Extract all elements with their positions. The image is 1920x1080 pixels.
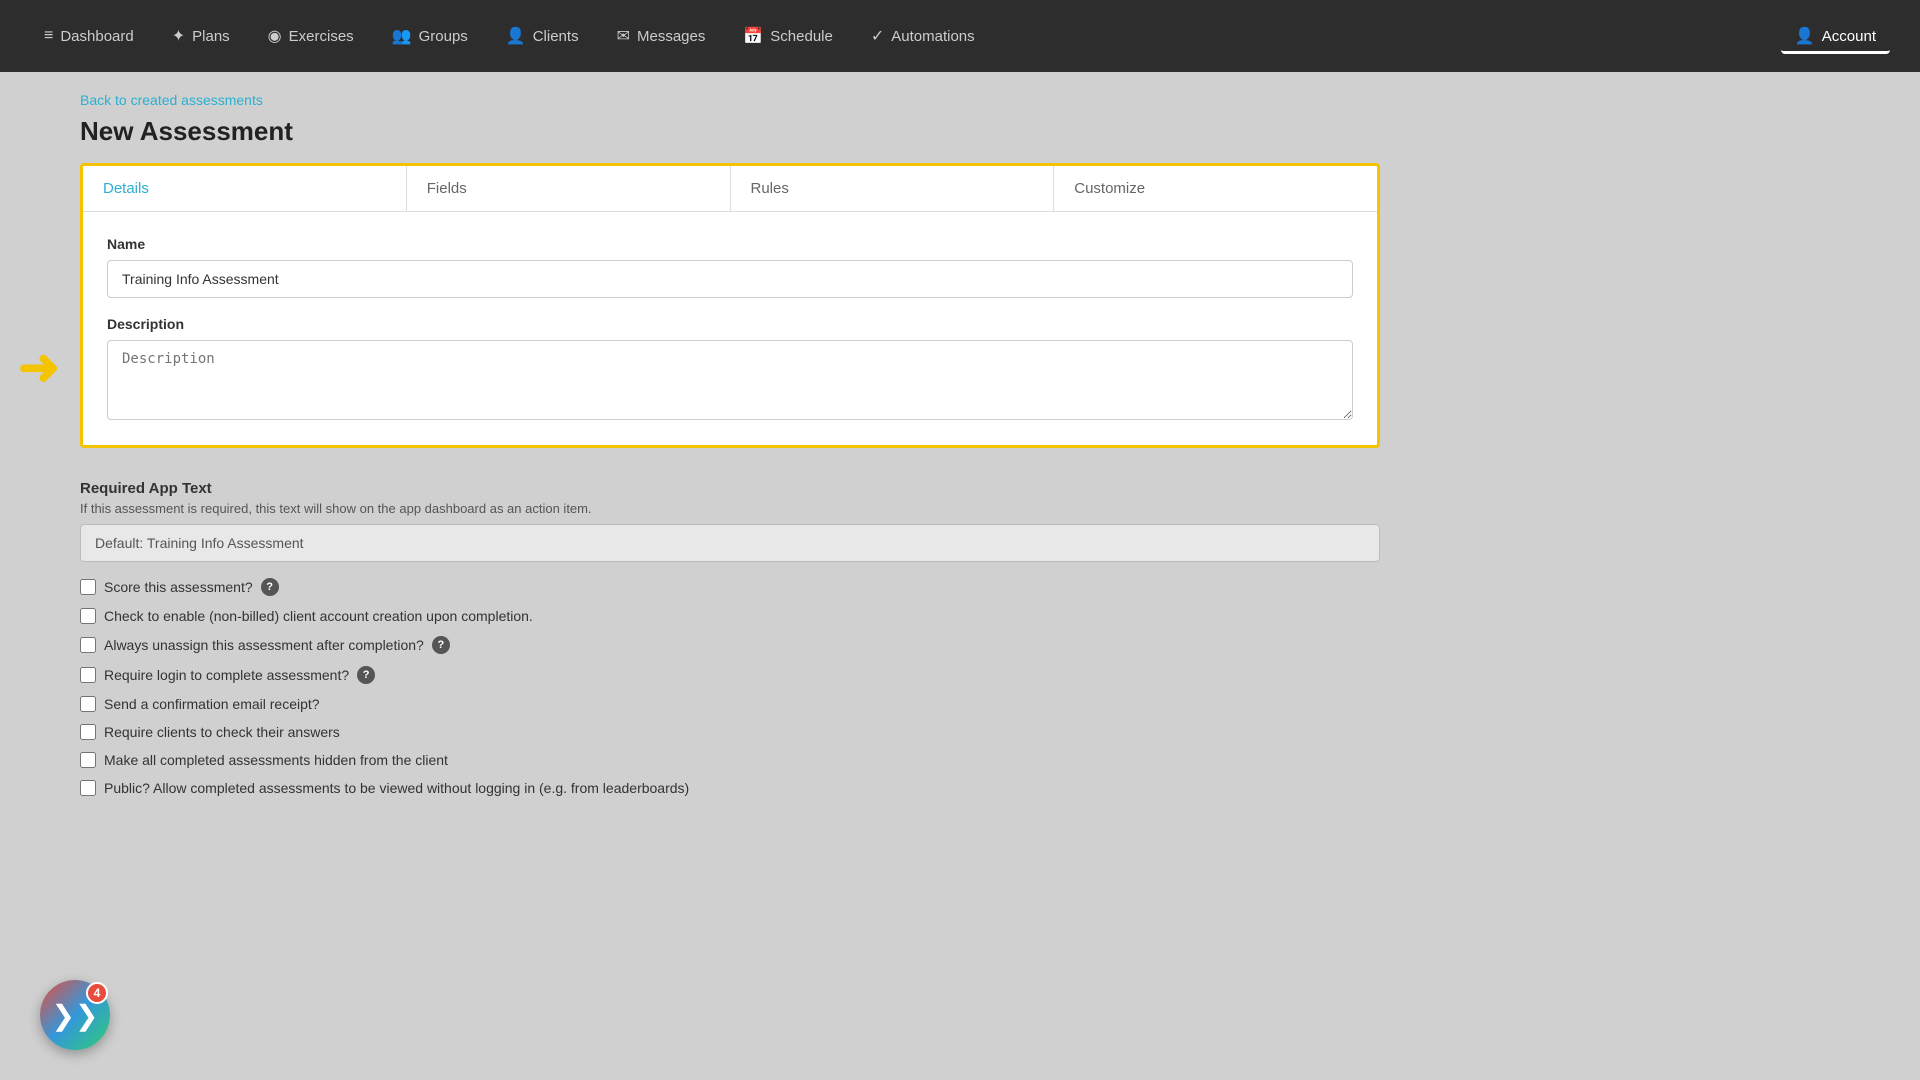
tab-bar: Details Fields Rules Customize: [83, 166, 1377, 212]
exercises-icon: ◉: [268, 26, 282, 46]
checkbox-require-login-input[interactable]: [80, 667, 96, 683]
checkbox-check-answers[interactable]: Require clients to check their answers: [80, 724, 1380, 740]
checkbox-hidden[interactable]: Make all completed assessments hidden fr…: [80, 752, 1380, 768]
checkbox-non-billed[interactable]: Check to enable (non-billed) client acco…: [80, 608, 1380, 624]
top-navigation: ≡ Dashboard ✦ Plans ◉ Exercises 👥 Groups…: [0, 0, 1920, 72]
tab-rules[interactable]: Rules: [731, 166, 1055, 211]
assessment-card: Details Fields Rules Customize Name Desc…: [80, 163, 1380, 448]
tab-customize[interactable]: Customize: [1054, 166, 1377, 211]
tab-content-details: Name Description: [83, 212, 1377, 445]
schedule-icon: 📅: [743, 26, 763, 46]
account-icon: 👤: [1795, 26, 1815, 46]
required-app-text-section: Required App Text If this assessment is …: [80, 480, 1380, 562]
nav-account[interactable]: 👤 Account: [1781, 18, 1890, 54]
back-link[interactable]: Back to created assessments: [80, 92, 263, 108]
name-input[interactable]: [107, 260, 1353, 298]
checkbox-non-billed-input[interactable]: [80, 608, 96, 624]
checkbox-public-input[interactable]: [80, 780, 96, 796]
floating-app-icon[interactable]: 4 ❯❯: [40, 980, 110, 1050]
help-icon-require-login[interactable]: ?: [357, 666, 375, 684]
nav-dashboard[interactable]: ≡ Dashboard: [30, 19, 148, 53]
nav-exercises[interactable]: ◉ Exercises: [254, 18, 368, 54]
checkbox-hidden-input[interactable]: [80, 752, 96, 768]
floating-app-icon-inner: ❯❯: [52, 999, 99, 1032]
tab-fields[interactable]: Fields: [407, 166, 731, 211]
nav-automations[interactable]: ✓ Automations: [857, 18, 989, 54]
checkbox-check-answers-input[interactable]: [80, 724, 96, 740]
nav-schedule[interactable]: 📅 Schedule: [729, 18, 846, 54]
plans-icon: ✦: [172, 26, 185, 46]
required-app-text-sublabel: If this assessment is required, this tex…: [80, 501, 1380, 516]
arrow-indicator: ➜: [18, 342, 60, 392]
checkbox-score-input[interactable]: [80, 579, 96, 595]
nav-groups[interactable]: 👥 Groups: [378, 18, 482, 54]
tab-details[interactable]: Details: [83, 166, 407, 211]
floating-app-badge: 4: [86, 982, 108, 1004]
messages-icon: ✉: [617, 26, 630, 46]
nav-clients[interactable]: 👤 Clients: [492, 18, 593, 54]
dashboard-icon: ≡: [44, 27, 53, 45]
checkbox-score[interactable]: Score this assessment? ?: [80, 578, 1380, 596]
checkbox-unassign-input[interactable]: [80, 637, 96, 653]
checkbox-confirmation-email[interactable]: Send a confirmation email receipt?: [80, 696, 1380, 712]
page-title: New Assessment: [80, 116, 1860, 147]
checkbox-confirmation-email-input[interactable]: [80, 696, 96, 712]
required-app-text-input[interactable]: [80, 524, 1380, 562]
nav-plans[interactable]: ✦ Plans: [158, 18, 244, 54]
description-textarea[interactable]: [107, 340, 1353, 420]
checkbox-list: Score this assessment? ? Check to enable…: [80, 578, 1380, 796]
checkbox-public[interactable]: Public? Allow completed assessments to b…: [80, 780, 1380, 796]
required-app-text-label: Required App Text: [80, 480, 1380, 497]
clients-icon: 👤: [506, 26, 526, 46]
help-icon-score[interactable]: ?: [261, 578, 279, 596]
nav-messages[interactable]: ✉ Messages: [603, 18, 720, 54]
checkbox-require-login[interactable]: Require login to complete assessment? ?: [80, 666, 1380, 684]
groups-icon: 👥: [392, 26, 412, 46]
automations-icon: ✓: [871, 26, 884, 46]
main-content: ➜ Back to created assessments New Assess…: [0, 72, 1920, 1080]
help-icon-unassign[interactable]: ?: [432, 636, 450, 654]
checkbox-unassign[interactable]: Always unassign this assessment after co…: [80, 636, 1380, 654]
name-label: Name: [107, 236, 1353, 252]
description-label: Description: [107, 316, 1353, 332]
outside-section: Required App Text If this assessment is …: [80, 448, 1380, 796]
